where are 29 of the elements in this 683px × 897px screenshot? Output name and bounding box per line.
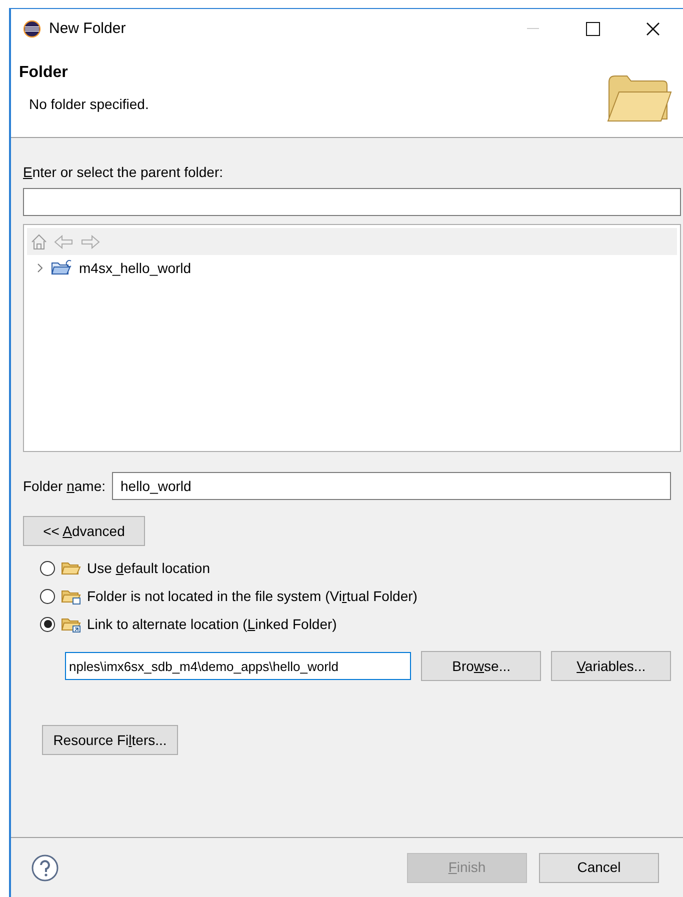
- radio-label[interactable]: Link to alternate location (Linked Folder): [87, 614, 337, 634]
- radio-label[interactable]: Use default location: [87, 558, 210, 578]
- radio-label[interactable]: Folder is not located in the file system (Virtual Folder): [87, 586, 418, 606]
- radio-button[interactable]: [40, 616, 55, 632]
- status-message: No folder specified.: [29, 95, 149, 114]
- radio-button[interactable]: [40, 588, 55, 604]
- maximize-icon: [586, 22, 600, 36]
- project-folder-icon: [51, 259, 73, 277]
- help-icon[interactable]: [31, 854, 59, 882]
- variables-button[interactable]: Variables...: [551, 651, 671, 681]
- location-path-field[interactable]: nples\imx6sx_sdb_m4\demo_apps\hello_world: [65, 652, 412, 680]
- page-title: Folder: [19, 63, 69, 83]
- home-icon[interactable]: [30, 232, 48, 250]
- folder-name-label: Folder name:: [23, 476, 106, 496]
- parent-folder-field[interactable]: [23, 188, 681, 216]
- minimize-icon: [527, 28, 539, 30]
- close-icon: [646, 22, 660, 36]
- resource-filters-button[interactable]: Resource Filters...: [42, 725, 178, 755]
- advanced-button[interactable]: << Advanced: [23, 516, 145, 546]
- tree-item[interactable]: m4sx_hello_world: [79, 258, 192, 278]
- app-logo-icon: [23, 20, 41, 38]
- browse-button[interactable]: Browse...: [421, 651, 542, 681]
- parent-folder-label: Enter or select the parent folder:: [23, 163, 224, 182]
- folder-name-field[interactable]: hello_world: [112, 472, 671, 500]
- expand-chevron-icon[interactable]: [35, 263, 45, 273]
- folder-icon: [605, 74, 673, 124]
- radio-button[interactable]: [40, 560, 55, 576]
- cancel-button[interactable]: Cancel: [539, 852, 659, 882]
- window-title: New Folder: [49, 18, 126, 39]
